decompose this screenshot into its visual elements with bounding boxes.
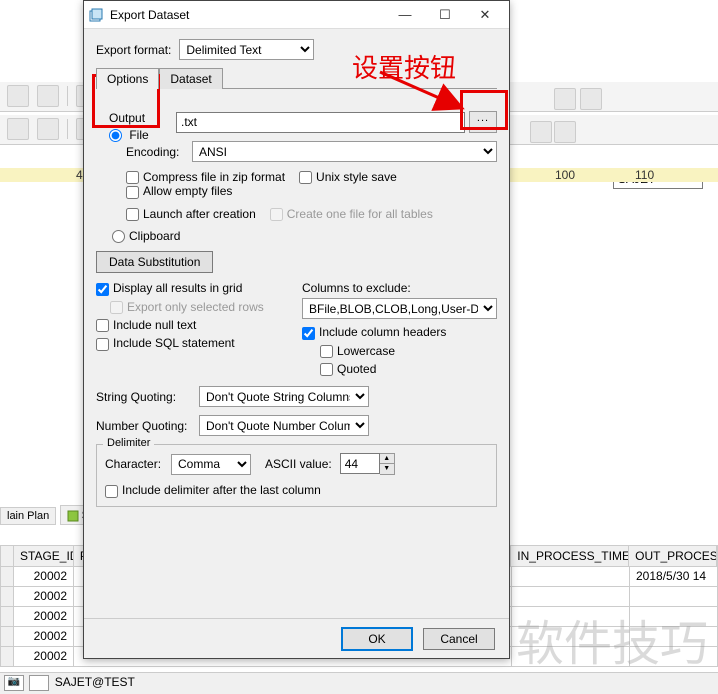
camera-icon[interactable]: 📷	[4, 675, 24, 691]
status-bar: 📷 SAJET@TEST	[0, 672, 718, 694]
bg-btn[interactable]	[37, 85, 59, 107]
bg-btn[interactable]	[7, 118, 29, 140]
button-bar: OK Cancel	[84, 618, 509, 658]
string-quoting-label: String Quoting:	[96, 390, 191, 404]
encoding-label: Encoding:	[126, 145, 184, 159]
tab-explain-plan[interactable]: lain Plan	[0, 507, 56, 525]
export-format-label: Export format:	[96, 43, 171, 57]
cols-exclude-label: Columns to exclude:	[302, 281, 497, 295]
ruler-tick: 110	[635, 168, 654, 182]
bg-btn[interactable]	[580, 88, 602, 110]
include-null-checkbox[interactable]: Include null text	[96, 318, 268, 332]
tab-dataset[interactable]: Dataset	[159, 68, 222, 89]
file-path-input[interactable]	[176, 112, 465, 133]
cell: 20002	[14, 567, 74, 587]
cell: 20002	[14, 647, 74, 667]
number-quoting-label: Number Quoting:	[96, 419, 191, 433]
bg-btn[interactable]	[530, 121, 552, 143]
delimiter-group: Delimiter Character: Comma ASCII value: …	[96, 444, 497, 506]
col-in-process-time[interactable]: IN_PROCESS_TIME	[511, 546, 629, 566]
maximize-button[interactable]: ☐	[425, 2, 465, 28]
include-delimiter-after-checkbox[interactable]: Include delimiter after the last column	[105, 483, 321, 497]
ascii-label: ASCII value:	[265, 457, 332, 471]
minimize-button[interactable]: —	[385, 2, 425, 28]
include-sql-checkbox[interactable]: Include SQL statement	[96, 336, 268, 350]
encoding-select[interactable]: ANSI	[192, 141, 497, 162]
close-button[interactable]: ✕	[465, 2, 505, 28]
browse-button[interactable]: ...	[469, 111, 497, 133]
connection-label: SAJET@TEST	[55, 675, 135, 689]
cell: 2018/5/30 14	[630, 567, 718, 587]
ascii-spinner[interactable]: ▲▼	[340, 453, 395, 475]
unix-checkbox[interactable]: Unix style save	[299, 170, 397, 184]
include-headers-checkbox[interactable]: Include column headers	[302, 325, 483, 339]
cell: 20002	[14, 587, 74, 607]
ok-button[interactable]: OK	[341, 627, 413, 651]
ruler-tick: 100	[555, 168, 575, 182]
number-quoting-select[interactable]: Don't Quote Number Columns	[199, 415, 369, 436]
compress-checkbox[interactable]: Compress file in zip format	[126, 170, 285, 184]
separator	[67, 119, 68, 139]
tab-options[interactable]: Options	[96, 68, 159, 89]
bg-btn[interactable]	[554, 88, 576, 110]
ascii-input[interactable]	[340, 453, 380, 474]
spin-up[interactable]: ▲	[380, 454, 394, 464]
export-icon	[88, 7, 104, 23]
col-out-process[interactable]: OUT_PROCES	[629, 546, 717, 566]
cell	[512, 567, 630, 587]
col-stage-id[interactable]: STAGE_ID	[14, 546, 74, 566]
bg-btn[interactable]	[37, 118, 59, 140]
separator	[67, 86, 68, 106]
quoted-checkbox[interactable]: Quoted	[302, 362, 483, 376]
output-label: Output	[109, 111, 163, 125]
spin-down[interactable]: ▼	[380, 464, 394, 474]
allow-empty-checkbox[interactable]: Allow empty files	[126, 184, 232, 198]
cell: 20002	[14, 627, 74, 647]
data-substitution-button[interactable]: Data Substitution	[96, 251, 213, 273]
status-icon[interactable]	[29, 675, 49, 691]
launch-checkbox[interactable]: Launch after creation	[126, 207, 256, 221]
export-dataset-dialog: Export Dataset — ☐ ✕ Export format: Deli…	[83, 0, 510, 659]
display-all-checkbox[interactable]: Display all results in grid	[96, 281, 268, 295]
export-format-select[interactable]: Delimited Text	[179, 39, 314, 60]
lowercase-checkbox[interactable]: Lowercase	[302, 344, 483, 358]
window-title: Export Dataset	[110, 8, 385, 22]
titlebar: Export Dataset — ☐ ✕	[84, 1, 509, 29]
cell: 20002	[14, 607, 74, 627]
string-quoting-select[interactable]: Don't Quote String Columns	[199, 386, 369, 407]
clipboard-radio[interactable]: Clipboard	[112, 229, 180, 243]
delimiter-group-title: Delimiter	[103, 437, 154, 449]
delimiter-char-label: Character:	[105, 457, 163, 471]
one-file-checkbox: Create one file for all tables	[270, 207, 433, 221]
cancel-button[interactable]: Cancel	[423, 628, 495, 650]
export-selected-checkbox: Export only selected rows	[96, 300, 268, 314]
bg-btn[interactable]	[554, 121, 576, 143]
delimiter-char-select[interactable]: Comma	[171, 454, 251, 475]
bg-btn[interactable]	[7, 85, 29, 107]
cols-exclude-select[interactable]: BFile,BLOB,CLOB,Long,User-Defined	[302, 298, 497, 319]
file-radio[interactable]: File	[109, 128, 149, 142]
